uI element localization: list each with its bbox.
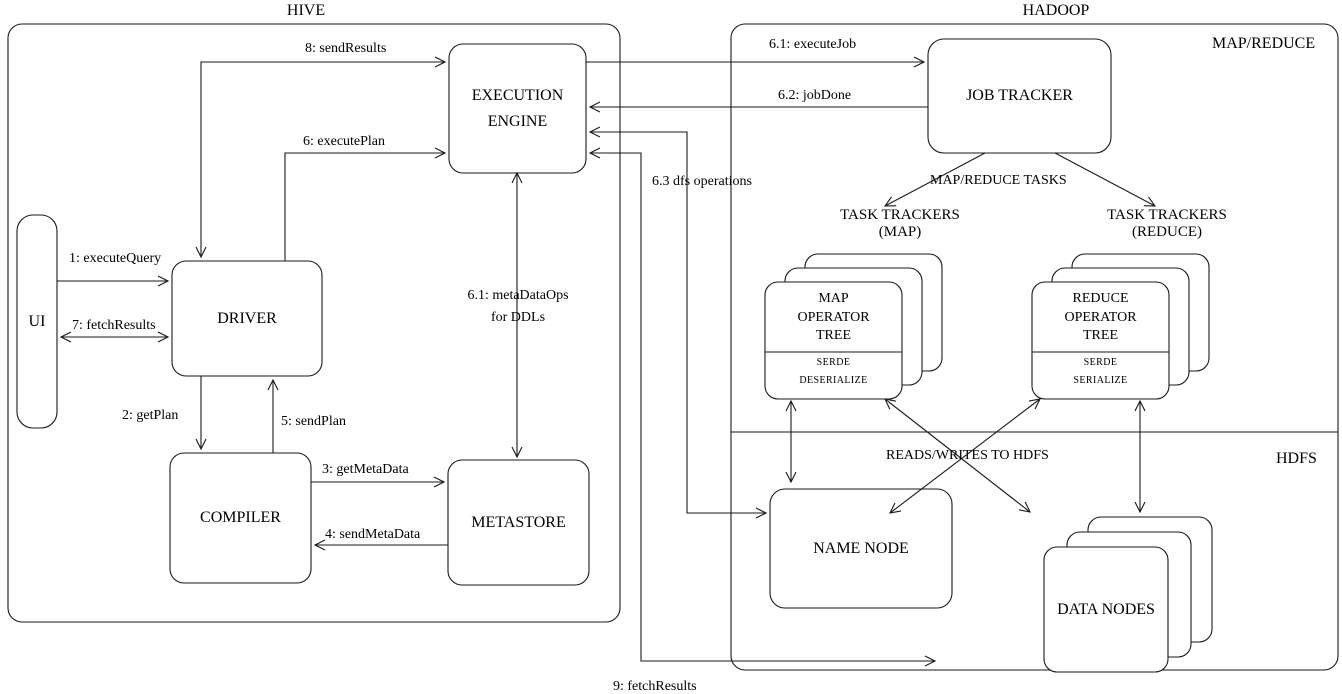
edge-label-send-plan: 5: sendPlan — [281, 414, 346, 429]
edge-execute-plan — [284, 153, 445, 261]
data-nodes-border — [1043, 546, 1169, 673]
edge-label-fetch-results: 7: fetchResults — [72, 318, 156, 333]
task-trackers-reduce-label: TASK TRACKERS (REDUCE) — [1107, 207, 1227, 240]
metastore-node-border — [447, 459, 590, 586]
edge-label-execute-plan: 6: executePlan — [303, 134, 386, 149]
ui-node-border — [16, 214, 58, 429]
mapreduce-region-label: MAP/REDUCE — [1212, 35, 1316, 52]
diagram-canvas: HIVE HADOOP MAP/REDUCE HDFS UI DRIVER CO… — [0, 0, 1342, 694]
edge-label-fetch-results-9: 9: fetchResults — [613, 679, 697, 694]
edge-send-results — [201, 62, 445, 257]
hive-region-label: HIVE — [286, 2, 326, 19]
hdfs-region-label: HDFS — [1276, 450, 1317, 467]
edge-label-map-reduce-tasks: MAP/REDUCE TASKS — [930, 173, 1067, 188]
edge-label-reads-writes-hdfs: READS/WRITES TO HDFS — [886, 448, 1049, 463]
edge-label-execute-job: 6.1: executeJob — [769, 37, 857, 52]
map-serde-label: SERDE — [816, 357, 851, 368]
execution-engine-node-border — [448, 43, 587, 174]
edge-label-metadata-ops-line1: 6.1: metaDataOps — [467, 288, 569, 303]
edge-label-send-results: 8: sendResults — [305, 41, 387, 56]
driver-node-border — [171, 260, 323, 377]
job-tracker-node-border — [927, 38, 1112, 154]
edge-reduce-tasks — [1054, 152, 1155, 206]
compiler-node-border — [169, 452, 312, 584]
edge-label-dfs-operations: 6.3 dfs operations — [652, 174, 752, 189]
name-node-border — [769, 488, 953, 609]
reduce-serde-label: SERDE — [1083, 357, 1118, 368]
edge-label-metadata-ops-line2: for DDLs — [490, 310, 546, 325]
map-deserialize-label: DESERIALIZE — [799, 375, 868, 386]
hadoop-region-label: HADOOP — [1022, 2, 1090, 19]
task-trackers-map-label: TASK TRACKERS (MAP) — [840, 207, 960, 240]
edge-label-job-done: 6.2: jobDone — [778, 88, 852, 103]
reduce-serialize-label: SERIALIZE — [1073, 375, 1128, 386]
diagram-vector-layer — [7, 23, 1339, 673]
edge-label-send-metadata: 4: sendMetaData — [325, 527, 421, 542]
edge-label-get-plan: 2: getPlan — [122, 408, 179, 423]
edge-label-execute-query: 1: executeQuery — [69, 251, 162, 266]
edge-label-get-metadata: 3: getMetaData — [322, 462, 409, 477]
